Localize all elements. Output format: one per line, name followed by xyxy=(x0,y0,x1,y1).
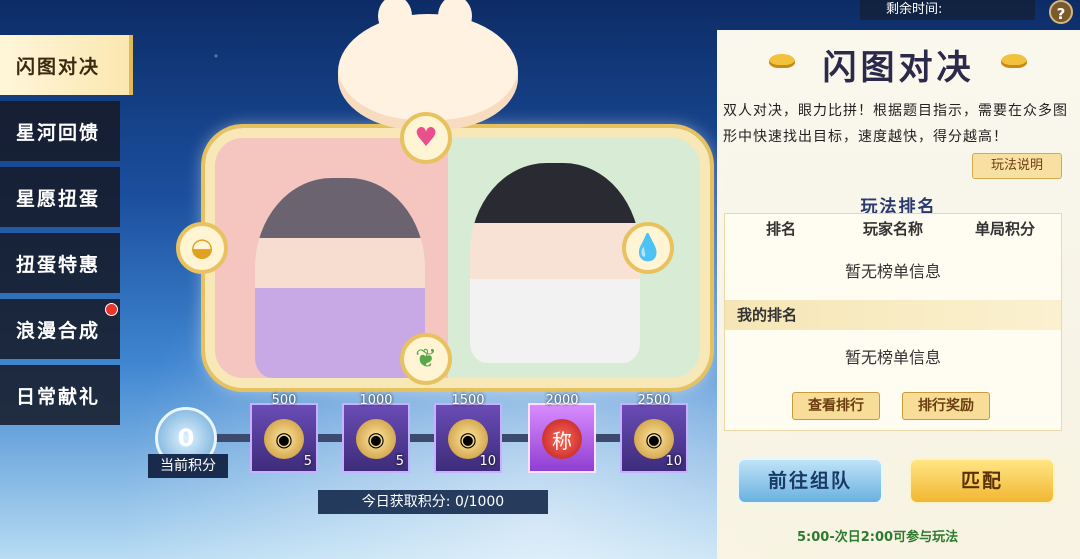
gift-bag-icon: ◉ xyxy=(264,419,304,459)
sidebar-item-romantic-craft[interactable]: 浪漫合成 xyxy=(0,299,120,359)
heart-icon: ♥ xyxy=(400,112,452,164)
reward-box[interactable]: 1000 ◉ 5 xyxy=(342,393,410,473)
sidebar-item-label: 扭蛋特惠 xyxy=(16,253,101,276)
ingot-icon xyxy=(1001,54,1027,68)
bunny-ear xyxy=(438,0,472,36)
reward-box[interactable]: 500 ◉ 5 xyxy=(250,393,318,473)
remaining-time: 剩余时间: xyxy=(860,0,1035,20)
description: 双人对决，眼力比拼！根据题目指示，需要在众多图形中快速找出目标，速度越快，得分越… xyxy=(723,103,1068,145)
left-character xyxy=(255,178,425,378)
reward-box[interactable]: 1500 ◉ 10 xyxy=(434,393,502,473)
my-rank-label: 我的排名 xyxy=(725,300,1061,330)
reward-threshold: 1000 xyxy=(359,393,393,408)
sidebar-item-wish-gacha[interactable]: 星愿扭蛋 xyxy=(0,167,120,227)
gold-ingot-icon: ◒ xyxy=(176,222,228,274)
sidebar-item-gacha-sale[interactable]: 扭蛋特惠 xyxy=(0,233,120,293)
ranking-table: 排名 玩家名称 单局积分 暂无榜单信息 我的排名 暂无榜单信息 xyxy=(724,213,1062,431)
help-icon[interactable]: ? xyxy=(1049,0,1073,24)
reward-count: 5 xyxy=(303,454,312,469)
gift-bag-icon: ◉ xyxy=(356,419,396,459)
reward-threshold: 1500 xyxy=(451,393,485,408)
sidebar-item-galaxy-reward[interactable]: 星河回馈 xyxy=(0,101,120,161)
today-points: 今日获取积分: 0/1000 xyxy=(318,490,548,514)
view-ranking-button[interactable]: 查看排行 xyxy=(792,392,880,420)
column-rank: 排名 xyxy=(765,220,796,238)
sidebar-item-label: 星愿扭蛋 xyxy=(16,187,101,210)
title-badge-icon: 称 xyxy=(542,419,582,459)
sidebar-item-label: 星河回馈 xyxy=(16,121,101,144)
water-drop-icon: 💧 xyxy=(622,222,674,274)
info-panel: 闪图对决 双人对决，眼力比拼！根据题目指示，需要在众多图形中快速找出目标，速度越… xyxy=(717,30,1080,559)
go-team-button[interactable]: 前往组队 xyxy=(737,458,883,504)
match-button[interactable]: 匹配 xyxy=(909,458,1055,504)
sidebar: 闪图对决 星河回馈 星愿扭蛋 扭蛋特惠 浪漫合成 日常献礼 xyxy=(0,35,133,431)
availability-note: 5:00-次日2:00可参与玩法 xyxy=(797,530,959,545)
sidebar-item-label: 浪漫合成 xyxy=(16,319,101,342)
reward-count: 5 xyxy=(395,454,404,469)
empty-ranking: 暂无榜单信息 xyxy=(844,262,941,281)
gift-bag-icon: ◉ xyxy=(634,419,674,459)
bunny-ear xyxy=(378,0,412,36)
column-player: 玩家名称 xyxy=(862,220,923,238)
sidebar-item-daily-gift[interactable]: 日常献礼 xyxy=(0,365,120,425)
right-character xyxy=(470,163,640,363)
gift-bag-icon: ◉ xyxy=(448,419,488,459)
sidebar-item-label: 日常献礼 xyxy=(16,385,101,408)
my-rank-empty: 暂无榜单信息 xyxy=(844,348,941,367)
sidebar-item-flash-duel[interactable]: 闪图对决 xyxy=(0,35,133,95)
notification-dot xyxy=(105,303,118,316)
reward-threshold: 2000 xyxy=(545,393,579,408)
leaf-icon: ❦ xyxy=(400,333,452,385)
rules-button[interactable]: 玩法说明 xyxy=(972,153,1062,179)
reward-threshold: 2500 xyxy=(637,393,671,408)
ranking-reward-button[interactable]: 排行奖励 xyxy=(902,392,990,420)
reward-threshold: 500 xyxy=(271,393,297,408)
reward-count: 10 xyxy=(479,454,496,469)
column-score: 单局积分 xyxy=(974,220,1035,238)
current-score-label: 当前积分 xyxy=(148,454,228,478)
remaining-time-label: 剩余时间: xyxy=(886,2,943,17)
reward-box[interactable]: 2500 ◉ 10 xyxy=(620,393,688,473)
reward-box[interactable]: 2000 称 xyxy=(528,393,596,473)
sidebar-item-label: 闪图对决 xyxy=(16,55,101,78)
reward-count: 10 xyxy=(665,454,682,469)
table-header: 排名 玩家名称 单局积分 xyxy=(725,214,1061,244)
